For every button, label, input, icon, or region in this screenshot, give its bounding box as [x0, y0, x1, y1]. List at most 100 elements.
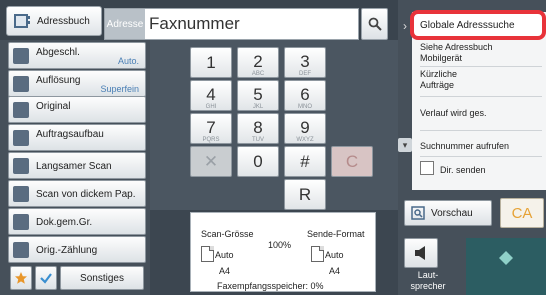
key-6[interactable]: 6 MNO — [284, 80, 326, 111]
thick-paper-icon — [13, 186, 29, 202]
address-book-label: Adressbuch — [37, 15, 90, 27]
destination-field[interactable]: Adresse — [104, 8, 359, 40]
key-digit: 1 — [206, 53, 216, 72]
menu-item-global-search[interactable]: Globale Adresssuche — [410, 10, 546, 40]
destination-type-label: Adresse — [105, 9, 145, 39]
clear-entry-key[interactable]: ✕ — [190, 146, 232, 177]
chevron-right-icon: › — [403, 19, 407, 33]
speaker-icon — [415, 246, 425, 260]
key-1[interactable]: 1 — [190, 47, 232, 78]
setting-label: Langsamer Scan — [36, 161, 112, 172]
setting-exposure[interactable]: Abgeschl. Auto. — [8, 42, 146, 69]
direct-send-checkbox[interactable] — [420, 161, 434, 175]
exposure-icon — [13, 48, 29, 64]
key-9[interactable]: 9 WXYZ — [284, 113, 326, 144]
menu-item-address-book[interactable]: Siehe Adressbuch — [420, 42, 493, 52]
setting-job-build[interactable]: Auftragsaufbau — [8, 124, 146, 151]
menu-divider — [420, 96, 542, 97]
key-3[interactable]: 3 DEF — [284, 47, 326, 78]
start-button[interactable] — [466, 238, 546, 295]
job-build-icon — [13, 130, 29, 146]
key-7[interactable]: 7 PQRS — [190, 113, 232, 144]
setting-value: Auto. — [117, 56, 139, 66]
other-button[interactable]: Sonstiges — [60, 266, 144, 290]
key-letters: PQRS — [202, 137, 220, 143]
menu-item-mobile[interactable]: Mobilgerät — [420, 53, 462, 63]
favorites-button[interactable] — [10, 266, 32, 290]
clear-key[interactable]: C — [331, 146, 373, 177]
setting-label: Dok.gem.Gr. — [36, 217, 93, 228]
key-digit: 6 — [300, 85, 310, 104]
key-digit: 9 — [300, 118, 310, 137]
key-digit: 2 — [253, 52, 263, 71]
menu-divider — [420, 66, 542, 67]
speaker-button[interactable] — [404, 238, 438, 268]
key-letters: MNO — [298, 104, 312, 110]
key-digit: 3 — [300, 52, 310, 71]
scan-size-label: Scan-Grösse — [201, 229, 254, 239]
menu-item-direct-send[interactable]: Dir. senden — [440, 165, 486, 175]
key-digit: 7 — [206, 118, 216, 137]
send-format-label: Sende-Format — [307, 229, 365, 239]
setting-thick-paper[interactable]: Scan von dickem Pap. — [8, 180, 146, 207]
global-search-label: Globale Adresssuche — [420, 20, 515, 31]
setting-label: Original — [36, 101, 71, 112]
key-8[interactable]: 8 TUV — [237, 113, 279, 144]
fax-number-input[interactable] — [145, 13, 351, 35]
key-letters: DEF — [299, 71, 311, 77]
setting-resolution[interactable]: Auflösung Superfein — [8, 70, 146, 97]
setting-label: Scan von dickem Pap. — [36, 189, 136, 200]
key-4[interactable]: 4 GHI — [190, 80, 232, 111]
same-size-icon — [13, 214, 29, 230]
key-2[interactable]: 2 ABC — [237, 47, 279, 78]
setting-value: Superfein — [100, 84, 139, 94]
key-hash[interactable]: # — [284, 146, 326, 177]
count-icon — [13, 242, 29, 258]
setting-label: Auflösung — [36, 75, 81, 86]
key-0[interactable]: 0 — [237, 146, 279, 177]
key-digit: 4 — [206, 85, 216, 104]
clear-all-button[interactable]: CA — [500, 198, 544, 228]
setting-label: Abgeschl. — [36, 47, 80, 58]
scale-ratio: 100% — [268, 240, 292, 250]
search-icon — [368, 17, 382, 31]
key-letters: ABC — [251, 71, 265, 77]
key-5[interactable]: 5 JKL — [237, 80, 279, 111]
menu-divider — [420, 156, 542, 157]
key-letters: WXYZ — [296, 137, 314, 143]
menu-item-recent-jobs[interactable]: Kürzliche Aufträge — [420, 69, 490, 91]
speaker-label: Laut- sprecher — [410, 270, 446, 291]
clear-entry-icon: ✕ — [203, 152, 219, 171]
key-digit: R — [298, 185, 312, 204]
info-panel: Scan-Grösse Auto A4 100% Sende-Format Au… — [190, 212, 376, 292]
check-button[interactable] — [35, 266, 57, 290]
redial-key[interactable]: R — [284, 179, 326, 210]
search-button[interactable] — [361, 8, 388, 40]
original-icon — [13, 102, 29, 118]
resolution-icon — [13, 76, 29, 92]
fax-memory-status: Faxempfangsspeicher: 0% — [217, 281, 324, 291]
chevron-down-icon: ▾ — [402, 139, 408, 150]
send-format-paper: A4 — [329, 266, 341, 276]
setting-same-size[interactable]: Dok.gem.Gr. — [8, 208, 146, 235]
address-book-button[interactable]: Adressbuch — [6, 6, 102, 36]
start-icon — [499, 251, 513, 265]
preview-button[interactable]: Vorschau — [404, 200, 492, 226]
key-digit: 5 — [253, 85, 263, 104]
setting-original[interactable]: Original — [8, 96, 146, 123]
address-book-icon — [14, 14, 30, 28]
setting-slow-scan[interactable]: Langsamer Scan — [8, 152, 146, 179]
setting-label: Orig.-Zählung — [36, 245, 98, 256]
menu-scroll-button[interactable]: ▾ — [398, 138, 412, 152]
key-digit: # — [300, 152, 310, 171]
key-letters: TUV — [252, 137, 264, 143]
key-digit: 0 — [253, 152, 263, 171]
send-format-value: Auto — [325, 250, 344, 260]
document-icon — [311, 246, 324, 262]
menu-item-search-number[interactable]: Suchnummer aufrufen — [420, 141, 509, 151]
scan-size-value: Auto — [215, 250, 234, 260]
setting-original-count[interactable]: Orig.-Zählung — [8, 236, 146, 263]
menu-item-history[interactable]: Verlauf wird ges. — [420, 108, 487, 118]
scan-size-paper: A4 — [219, 266, 231, 276]
menu-divider — [420, 130, 542, 131]
